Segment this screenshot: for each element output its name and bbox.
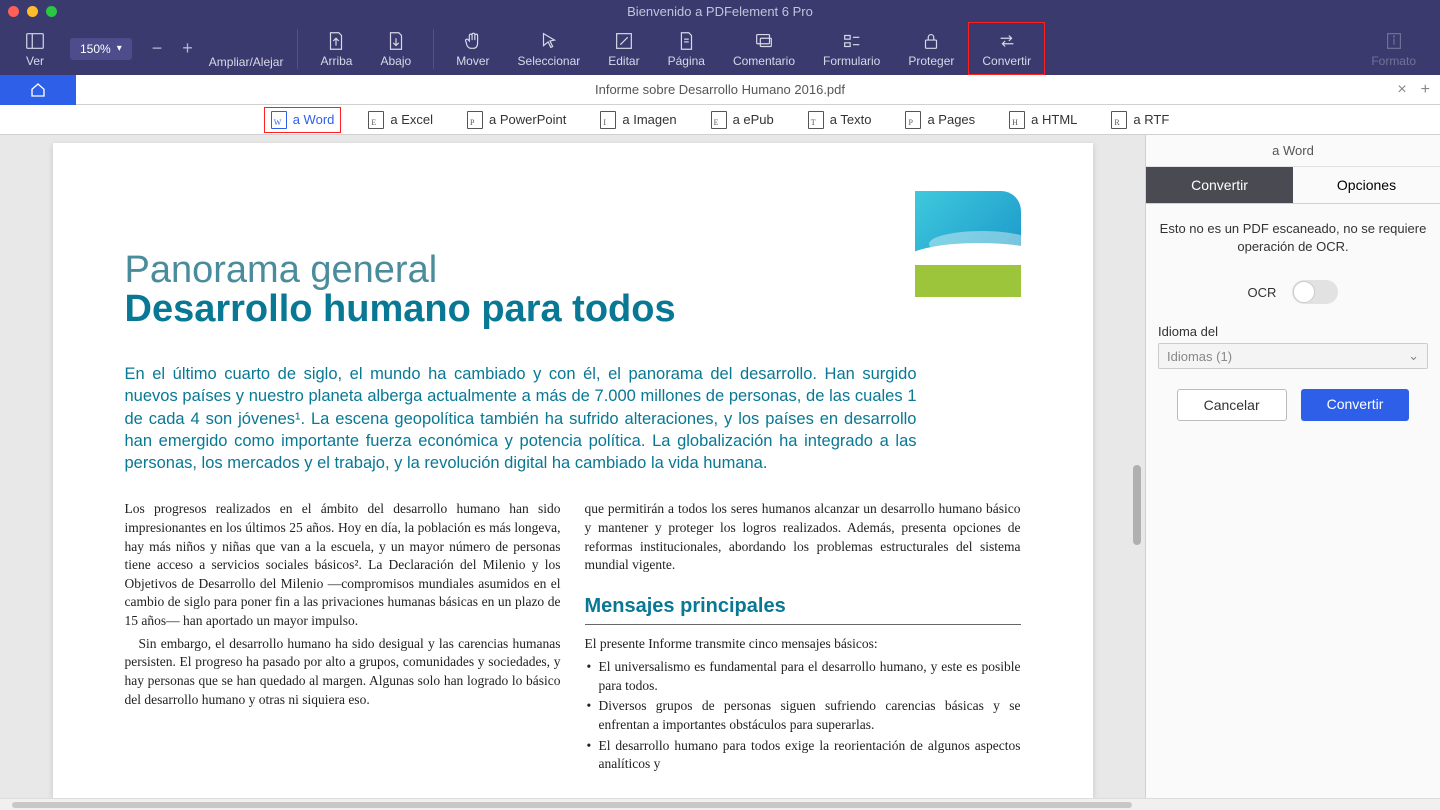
horizontal-scrollbar[interactable] (0, 798, 1440, 810)
column-right: que permitirán a todos los seres humanos… (585, 500, 1021, 775)
convert-excel-button[interactable]: a Excel (362, 108, 439, 132)
convert-powerpoint-button[interactable]: a PowerPoint (461, 108, 572, 132)
move-tool-button[interactable]: Mover (442, 22, 503, 75)
ocr-status-message: Esto no es un PDF escaneado, no se requi… (1158, 220, 1428, 256)
rtf-file-icon (1111, 111, 1127, 129)
convert-text-button[interactable]: a Texto (802, 108, 878, 132)
convert-format-bar: a Word a Excel a PowerPoint a Imagen a e… (0, 105, 1440, 135)
text-file-icon (808, 111, 824, 129)
form-button[interactable]: Formulario (809, 22, 894, 75)
select-tool-button[interactable]: Seleccionar (504, 22, 595, 75)
ocr-label: OCR (1248, 285, 1277, 300)
side-panel-title: a Word (1146, 135, 1440, 167)
title-bar: Bienvenido a PDFelement 6 Pro (0, 0, 1440, 22)
document-title: Informe sobre Desarrollo Humano 2016.pdf (0, 82, 1440, 97)
word-file-icon (271, 111, 287, 129)
vertical-scrollbar[interactable] (1133, 465, 1141, 545)
language-label: Idioma del (1158, 324, 1428, 339)
up-button[interactable]: Arriba (306, 22, 366, 75)
document-viewport[interactable]: Panorama general Desarrollo humano para … (0, 135, 1145, 798)
edit-button[interactable]: Editar (594, 22, 653, 75)
convert-side-panel: a Word Convertir Opciones Esto no es un … (1145, 135, 1440, 798)
intro-paragraph: En el último cuarto de siglo, el mundo h… (125, 363, 917, 474)
document-logo (915, 191, 1021, 297)
image-file-icon (600, 111, 616, 129)
convert-image-button[interactable]: a Imagen (594, 108, 682, 132)
tab-opciones[interactable]: Opciones (1293, 167, 1440, 204)
ocr-toggle[interactable] (1292, 280, 1338, 304)
convert-html-button[interactable]: a HTML (1003, 108, 1083, 132)
chevron-down-icon: ▾ (117, 43, 122, 54)
column-left: Los progresos realizados en el ámbito de… (125, 500, 561, 775)
form-icon (841, 30, 863, 52)
cursor-icon (538, 30, 560, 52)
page-up-icon (325, 30, 347, 52)
convert-epub-button[interactable]: a ePub (705, 108, 780, 132)
pages-file-icon (905, 111, 921, 129)
heading-overline: Panorama general (125, 249, 1021, 292)
home-icon (28, 81, 48, 99)
edit-icon (613, 30, 635, 52)
format-button[interactable]: Formato (1357, 22, 1430, 75)
cancel-button[interactable]: Cancelar (1177, 389, 1287, 421)
document-tab-bar: Informe sobre Desarrollo Humano 2016.pdf… (0, 75, 1440, 105)
hand-icon (462, 30, 484, 52)
chevron-down-icon: ⌄ (1408, 348, 1419, 364)
page-icon (675, 30, 697, 52)
new-tab-button[interactable]: + (1421, 81, 1430, 99)
view-button[interactable]: Ver (10, 22, 60, 75)
zoom-in-button[interactable]: + (172, 38, 203, 59)
zoom-out-button[interactable]: − (142, 38, 173, 59)
tab-convertir[interactable]: Convertir (1146, 167, 1293, 204)
protect-button[interactable]: Proteger (894, 22, 968, 75)
zoom-dropdown[interactable]: 150%▾ (70, 38, 132, 60)
ppt-file-icon (467, 111, 483, 129)
main-toolbar: Ver 150%▾ − + Ampliar/Alejar Ampliar/Ale… (0, 22, 1440, 75)
language-select[interactable]: Idiomas (1) ⌄ (1158, 343, 1428, 369)
heading-main: Desarrollo humano para todos (125, 288, 1021, 331)
comment-icon (753, 30, 775, 52)
convert-icon (996, 30, 1018, 52)
down-button[interactable]: Abajo (366, 22, 425, 75)
convert-word-button[interactable]: a Word (265, 108, 341, 132)
close-tab-button[interactable]: × (1397, 81, 1406, 99)
section-heading: Mensajes principales (585, 593, 1021, 626)
page-down-icon (385, 30, 407, 52)
epub-file-icon (711, 111, 727, 129)
convert-submit-button[interactable]: Convertir (1301, 389, 1410, 421)
convert-rtf-button[interactable]: a RTF (1105, 108, 1175, 132)
info-icon (1383, 30, 1405, 52)
home-tab[interactable] (0, 75, 76, 105)
convert-pages-button[interactable]: a Pages (899, 108, 981, 132)
lock-icon (920, 30, 942, 52)
zoom-label: Ampliar/Alejar (203, 55, 290, 75)
html-file-icon (1009, 111, 1025, 129)
convert-button[interactable]: Convertir (968, 22, 1045, 75)
excel-file-icon (368, 111, 384, 129)
page-button[interactable]: Página (654, 22, 719, 75)
window-title: Bienvenido a PDFelement 6 Pro (0, 4, 1440, 19)
sidebar-icon (24, 30, 46, 52)
comment-button[interactable]: Comentario (719, 22, 809, 75)
pdf-page: Panorama general Desarrollo humano para … (53, 143, 1093, 798)
